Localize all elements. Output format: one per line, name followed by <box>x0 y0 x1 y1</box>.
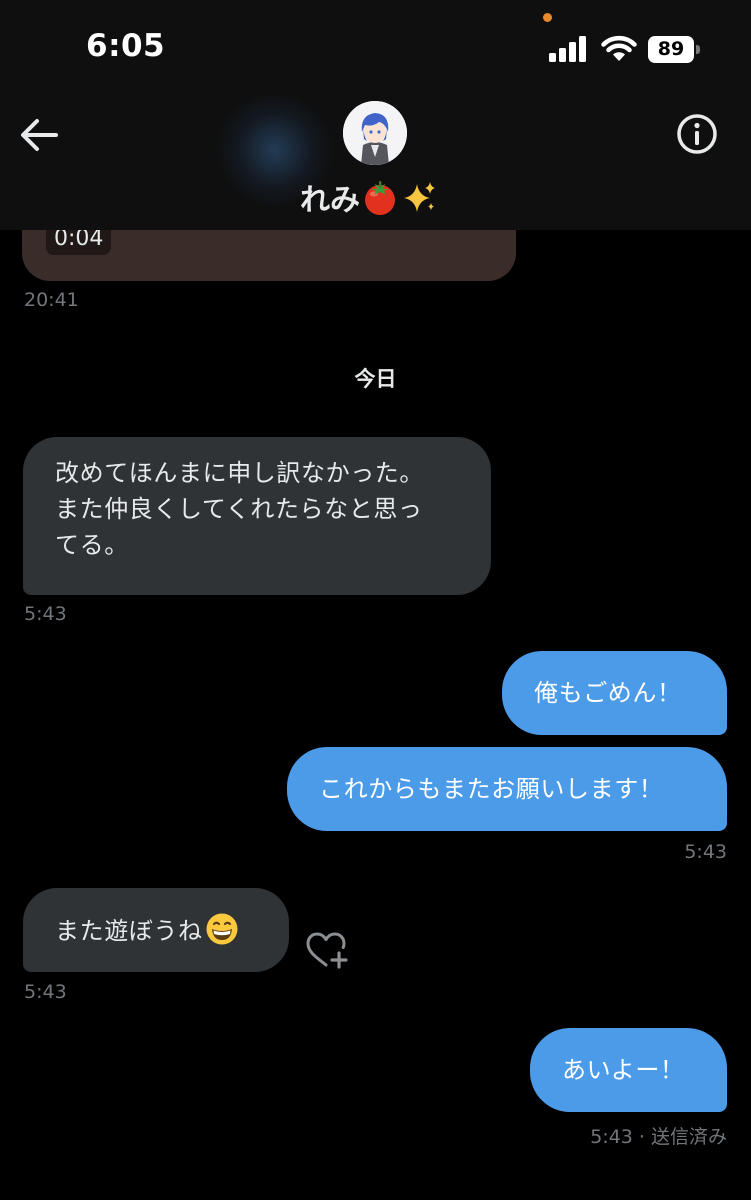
battery-icon: 89 <box>648 36 700 63</box>
avatar[interactable] <box>343 101 407 165</box>
outgoing-message-bubble[interactable]: 俺もごめん！ <box>502 651 727 735</box>
outgoing-message-bubble[interactable]: あいよー！ <box>530 1028 727 1112</box>
message-text: これからもまたお願いします！ <box>319 775 664 803</box>
message-line: 改めてほんまに申し訳なかった。 <box>55 459 424 487</box>
contact-name[interactable]: れみ <box>300 175 438 218</box>
privacy-indicator-dot <box>543 13 552 22</box>
grinning-face-emoji <box>206 913 238 945</box>
message-line: また仲良くしてくれたらなと思っ <box>55 495 423 523</box>
message-text: また遊ぼうね <box>55 917 203 945</box>
incoming-message-bubble[interactable]: 改めてほんまに申し訳なかった。 また仲良くしてくれたらなと思っ てる。 <box>23 437 491 595</box>
sparkles-emoji <box>404 182 435 212</box>
message-timestamp: 20:41 <box>24 289 79 311</box>
message-timestamp: 5:43 <box>24 603 67 625</box>
message-line: てる。 <box>55 531 129 559</box>
message-timestamp: 5:43 <box>684 841 727 863</box>
contact-name-text: れみ <box>300 183 360 218</box>
back-arrow-icon[interactable] <box>18 115 60 155</box>
outgoing-message-bubble[interactable]: これからもまたお願いします！ <box>287 747 727 831</box>
battery-level: 89 <box>648 36 694 63</box>
conversation-header: れみ <box>0 95 751 230</box>
info-icon[interactable] <box>676 113 718 155</box>
avatar-illustration <box>343 101 407 165</box>
incoming-message-bubble[interactable]: また遊ぼうね <box>23 888 289 972</box>
heart-plus-icon[interactable] <box>305 930 349 970</box>
date-divider: 今日 <box>354 367 397 391</box>
message-text: あいよー！ <box>562 1056 685 1084</box>
tomato-emoji <box>365 181 395 215</box>
status-time: 6:05 <box>86 28 166 64</box>
wifi-icon <box>601 35 637 61</box>
battery-cap <box>696 45 700 54</box>
message-timestamp: 5:43 <box>24 981 67 1003</box>
status-bar: 6:05 89 <box>0 0 751 95</box>
message-text: 俺もごめん！ <box>534 679 682 707</box>
signal-icon <box>549 36 586 62</box>
message-timestamp-sent-status: 5:43 · 送信済み <box>590 1126 727 1148</box>
